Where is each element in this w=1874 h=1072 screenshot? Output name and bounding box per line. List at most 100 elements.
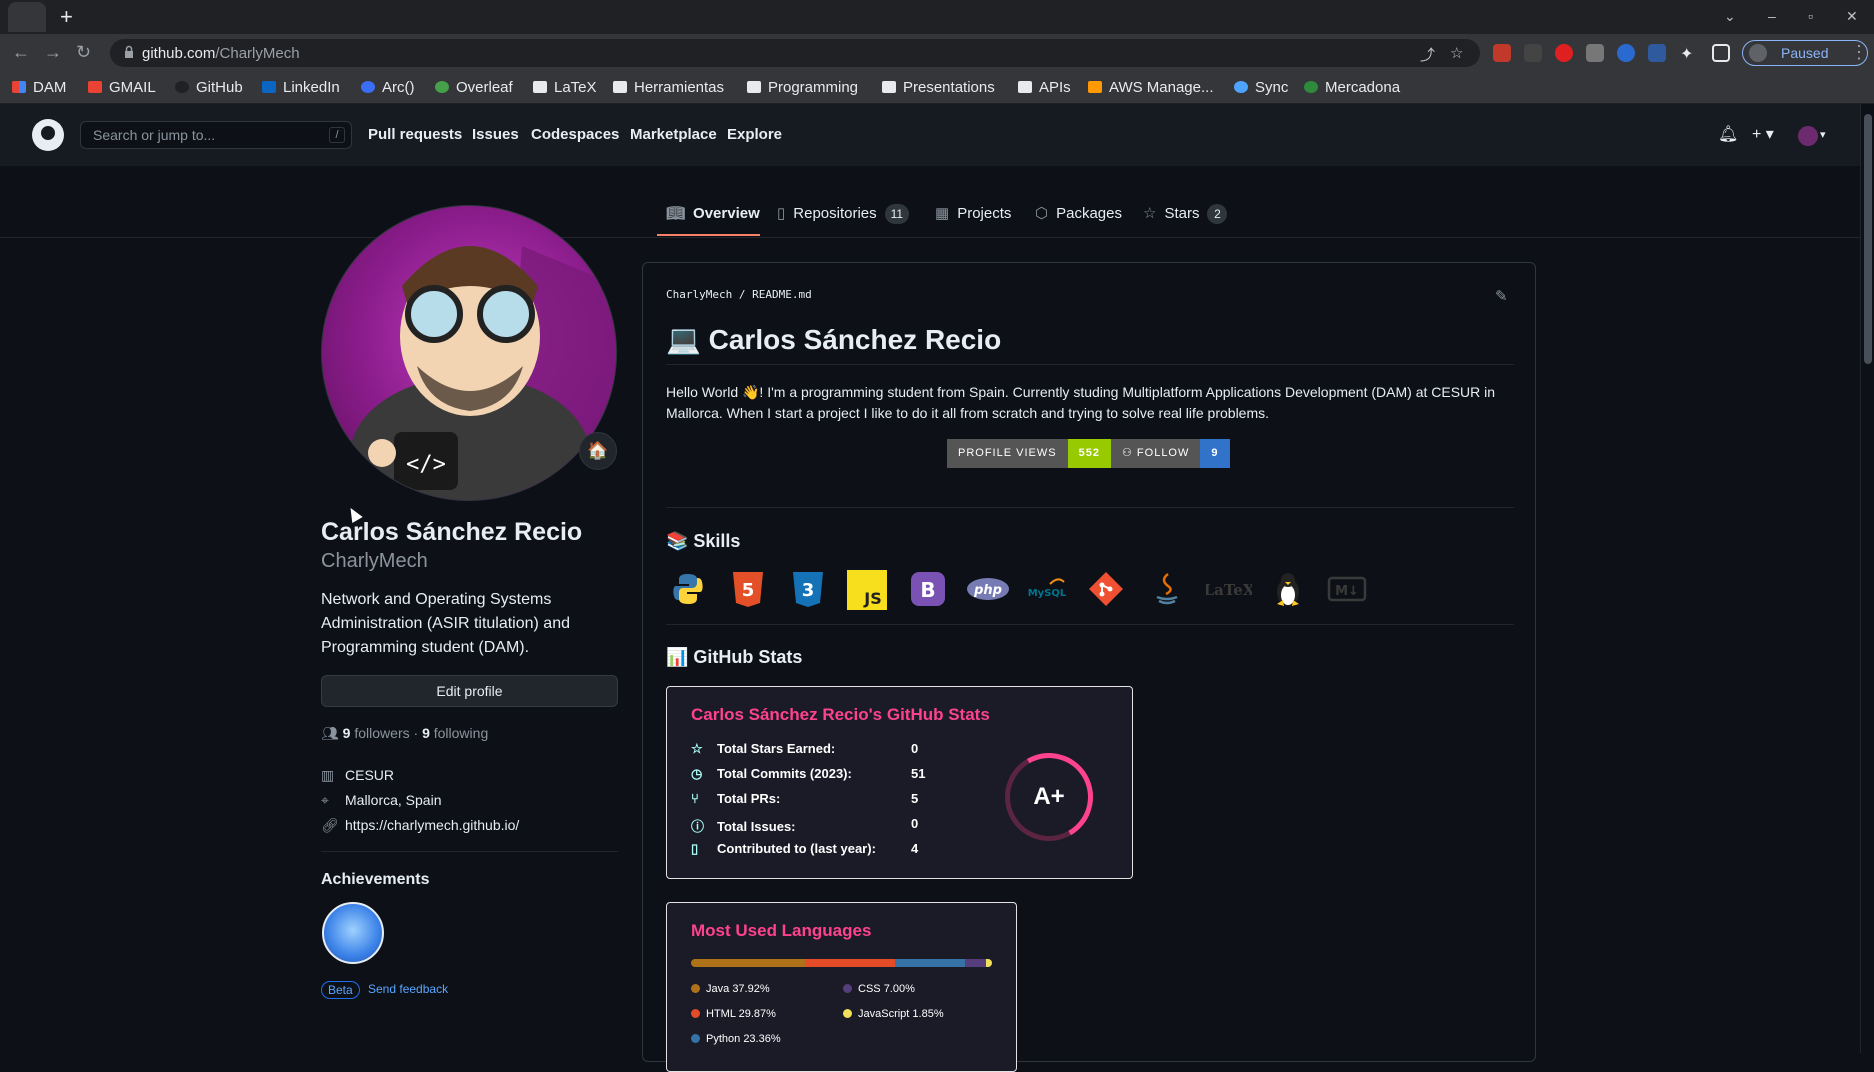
java-icon <box>1148 570 1186 608</box>
bookmark-item[interactable]: GMAIL <box>88 79 156 96</box>
people-icon: 👥︎ <box>321 725 339 741</box>
bookmark-item[interactable]: AWS Manage... <box>1088 79 1214 96</box>
bookmark-item[interactable]: Mercadona <box>1304 79 1400 96</box>
side-panel-icon[interactable] <box>1712 44 1730 62</box>
browser-tab[interactable] <box>8 2 46 32</box>
edit-profile-button[interactable]: Edit profile <box>321 675 618 707</box>
star-icon: ☆ <box>691 741 703 756</box>
active-tab-indicator <box>657 234 760 236</box>
readme-file-link[interactable]: README.md <box>752 288 812 301</box>
beta-label: Beta <box>321 981 360 999</box>
plus-dropdown-icon[interactable]: + ▾ <box>1752 124 1774 144</box>
avatar-illustration: </> <box>350 246 616 500</box>
tab-overview[interactable]: 📖︎ Overview <box>666 204 760 222</box>
bookmarks-bar: DAM GMAIL GitHub LinkedIn Arc() Overleaf… <box>0 72 1874 104</box>
tab-packages[interactable]: ⬡ Packages <box>1035 204 1122 222</box>
star-icon: ☆ <box>1143 205 1157 222</box>
language-item: CSS 7.00% <box>843 983 915 995</box>
close-icon[interactable]: ✕ <box>1846 8 1858 25</box>
bookmark-item[interactable]: LaTeX <box>533 79 597 96</box>
followers-link[interactable]: 9 followers <box>343 725 410 741</box>
extension-icon[interactable] <box>1648 44 1666 62</box>
stat-row: ⑂ Total PRs: <box>691 791 781 806</box>
kebab-menu-icon[interactable]: ⋮ <box>1850 42 1868 63</box>
nav-pull-requests[interactable]: Pull requests <box>368 126 462 143</box>
nav-issues[interactable]: Issues <box>472 126 519 143</box>
scroll-thumb[interactable] <box>1864 114 1872 364</box>
tab-stars[interactable]: ☆ Stars 2 <box>1143 204 1228 224</box>
extension-icon[interactable] <box>1586 44 1604 62</box>
forward-arrow-icon[interactable]: → <box>44 42 62 63</box>
language-item: JavaScript 1.85% <box>843 1008 944 1020</box>
profile-location: ⌖ Mallorca, Spain <box>321 792 442 808</box>
tab-repositories[interactable]: ▯ Repositories 11 <box>777 204 910 224</box>
back-arrow-icon[interactable]: ← <box>12 42 30 63</box>
nav-codespaces[interactable]: Codespaces <box>531 126 619 143</box>
plus-icon[interactable]: + <box>60 6 73 28</box>
bookmark-item[interactable]: APIs <box>1018 79 1071 96</box>
avatar <box>1749 44 1767 62</box>
github-logo-icon[interactable] <box>32 119 64 151</box>
extension-icon[interactable] <box>1555 44 1573 62</box>
language-dot <box>691 1009 700 1018</box>
bookmark-item[interactable]: Herramientas <box>613 79 724 96</box>
bookmark-item[interactable]: LinkedIn <box>262 79 340 96</box>
following-link[interactable]: 9 following <box>422 725 488 741</box>
readme-intro: Hello World 👋! I'm a programming student… <box>666 384 1496 421</box>
bookmark-item[interactable]: Programming <box>747 79 858 96</box>
language-dot <box>691 1034 700 1043</box>
stat-value: 0 <box>911 816 919 831</box>
readme-user-link[interactable]: CharlyMech <box>666 288 732 301</box>
language-item: HTML 29.87% <box>691 1008 776 1020</box>
bookmark-star-icon[interactable]: ☆ <box>1450 44 1463 62</box>
folder-icon <box>1018 81 1032 93</box>
browser-chrome: + ⌄ – ▫ ✕ ← → ↻ github.com/CharlyMech ⤴ … <box>0 0 1874 104</box>
chevron-down-icon[interactable]: ⌄ <box>1724 8 1736 25</box>
stat-value: 0 <box>911 741 919 756</box>
search-input[interactable]: Search or jump to... / <box>80 121 352 149</box>
puzzle-extensions-icon[interactable]: ✦ <box>1680 44 1698 63</box>
profile-bio: Network and Operating Systems Administra… <box>321 591 570 656</box>
mercadona-icon <box>1304 81 1318 93</box>
profile-views-badge[interactable]: PROFILE VIEWS 552 <box>947 439 1111 468</box>
package-icon: ⬡ <box>1035 205 1049 222</box>
send-feedback-link[interactable]: Send feedback <box>368 982 448 996</box>
extension-icon[interactable] <box>1524 44 1542 62</box>
status-emoji[interactable]: 🏠 <box>579 432 617 470</box>
nav-marketplace[interactable]: Marketplace <box>630 126 717 143</box>
follow-badge[interactable]: ⚇ FOLLOW 9 <box>1111 439 1230 468</box>
lock-icon <box>125 45 133 58</box>
bookmark-item[interactable]: Presentations <box>882 79 995 96</box>
bookmark-item[interactable]: GitHub <box>175 79 243 96</box>
nav-explore[interactable]: Explore <box>727 126 782 143</box>
language-dot <box>843 984 852 993</box>
address-bar[interactable]: github.com/CharlyMech ⤴ ☆ <box>110 39 1480 67</box>
follow-stats: 👥︎ 9 followers · 9 following <box>321 725 489 741</box>
profile-avatar[interactable]: </> <box>321 205 617 501</box>
minimize-icon[interactable]: – <box>1768 8 1776 24</box>
reload-icon[interactable]: ↻ <box>76 42 91 63</box>
caret-down-icon[interactable]: ▾ <box>1820 128 1826 141</box>
divider <box>321 851 618 852</box>
share-icon[interactable]: ⤴ <box>1420 44 1435 65</box>
history-icon: ◷ <box>691 766 703 781</box>
bookmark-item[interactable]: Arc() <box>361 79 415 96</box>
tab-projects[interactable]: ▦ Projects <box>935 204 1011 222</box>
profile-username: CharlyMech <box>321 550 428 572</box>
bell-icon[interactable]: 🔔︎ <box>1718 124 1738 144</box>
skills-heading: 📚 Skills <box>666 531 741 551</box>
achievement-badge[interactable] <box>322 902 384 964</box>
page-scrollbar[interactable] <box>1860 104 1874 1053</box>
pencil-icon[interactable]: ✎ <box>1495 287 1508 305</box>
extension-icon[interactable] <box>1617 44 1635 62</box>
profile-website[interactable]: 🔗︎ https://charlymech.github.io/ <box>321 817 519 834</box>
bookmark-item[interactable]: Overleaf <box>435 79 513 96</box>
ublock-extension-icon[interactable] <box>1493 44 1511 62</box>
bookmark-item[interactable]: DAM <box>12 79 66 96</box>
language-dot <box>691 984 700 993</box>
user-avatar-menu[interactable] <box>1798 126 1818 146</box>
bootstrap-icon: B <box>909 570 947 608</box>
github-stats-card: Carlos Sánchez Recio's GitHub Stats ☆ Tot… <box>666 686 1133 879</box>
bookmark-item[interactable]: Sync <box>1234 79 1288 96</box>
restore-icon[interactable]: ▫ <box>1808 8 1813 24</box>
